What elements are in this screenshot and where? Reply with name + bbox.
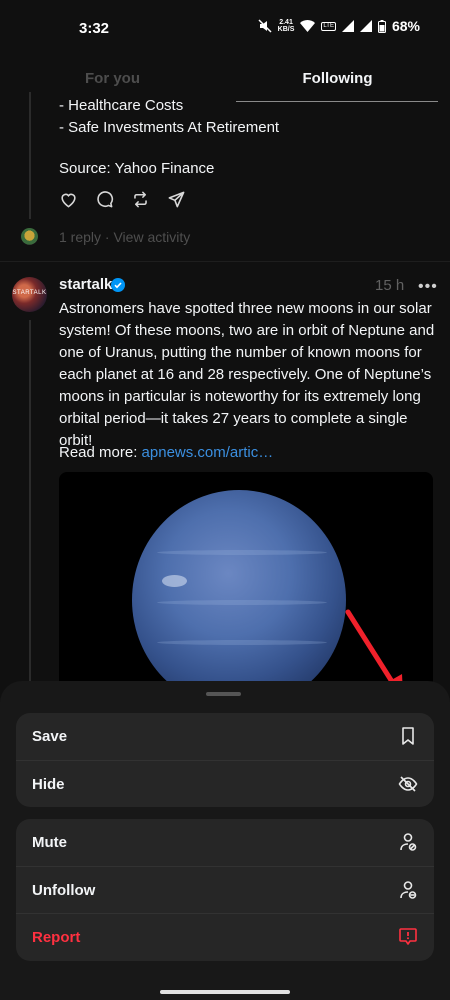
previous-post-source: Source: Yahoo Finance <box>59 160 215 177</box>
mute-button[interactable]: Mute <box>16 819 434 866</box>
tab-underline <box>236 101 438 102</box>
mute-user-icon <box>400 833 417 851</box>
save-button[interactable]: Save <box>16 713 434 760</box>
avatar[interactable]: STARTALK <box>12 277 47 312</box>
planet-spot <box>162 575 187 587</box>
post-divider <box>0 261 450 262</box>
menu-label: Save <box>32 728 68 745</box>
eye-off-icon <box>398 776 418 792</box>
reply-activity[interactable]: 1 reply · View activity <box>59 229 190 245</box>
reply-avatar <box>21 228 38 245</box>
status-time: 3:32 <box>79 20 110 37</box>
report-button[interactable]: Report <box>16 913 434 960</box>
hide-button[interactable]: Hide <box>16 760 434 807</box>
report-icon <box>399 928 417 945</box>
status-bar: 3:32 2.41 KB/S LTE 68% <box>0 0 450 56</box>
lte-badge: LTE <box>321 21 336 31</box>
read-more-label: Read more: <box>59 444 142 461</box>
unfollow-button[interactable]: Unfollow <box>16 866 434 913</box>
like-icon[interactable] <box>59 190 78 209</box>
planet-band <box>157 600 327 605</box>
planet-band <box>157 550 327 555</box>
neptune-image <box>132 490 346 710</box>
menu-group: Mute Unfollow Report <box>16 819 434 961</box>
sheet-handle[interactable] <box>206 692 241 696</box>
bookmark-icon <box>402 727 414 745</box>
share-icon[interactable] <box>167 190 186 209</box>
menu-label: Mute <box>32 834 67 851</box>
post-time: 15 h <box>375 277 405 294</box>
menu-label: Hide <box>32 776 65 793</box>
verified-badge-icon <box>111 278 125 292</box>
unfollow-user-icon <box>400 881 417 899</box>
wifi-icon <box>300 20 316 32</box>
read-more-link[interactable]: apnews.com/artic… <box>142 444 274 461</box>
tab-bar: For you Following <box>0 56 450 102</box>
post-actions <box>59 190 186 209</box>
menu-label: Report <box>32 929 81 946</box>
more-options-button[interactable]: ••• <box>418 278 438 296</box>
signal-icon-2 <box>359 20 372 32</box>
signal-icon <box>341 20 354 32</box>
menu-group: Save Hide <box>16 713 434 807</box>
planet-band <box>157 640 327 645</box>
comment-icon[interactable] <box>95 190 114 209</box>
gesture-nav-bar[interactable] <box>160 990 290 994</box>
username[interactable]: startalk <box>59 276 112 293</box>
menu-label: Unfollow <box>32 882 96 899</box>
read-more: Read more: apnews.com/artic… <box>59 442 273 464</box>
repost-icon[interactable] <box>131 190 150 209</box>
battery-percent: 68% <box>391 18 420 34</box>
tab-for-you[interactable]: For you <box>0 56 225 102</box>
battery-icon <box>377 19 386 33</box>
avatar-logo-text: STARTALK <box>12 290 47 296</box>
thread-line <box>29 92 31 219</box>
thread-line <box>29 320 31 712</box>
previous-post-line: - Safe Investments At Retirement <box>59 119 280 136</box>
mute-icon <box>258 19 272 33</box>
tab-following[interactable]: Following <box>225 56 450 102</box>
net-speed: 2.41 KB/S <box>277 19 295 33</box>
post-text: Astronomers have spotted three new moons… <box>59 300 435 449</box>
status-icons: 2.41 KB/S LTE 68% <box>258 18 420 34</box>
bottom-sheet: Save Hide Mute Unfollow Report <box>0 681 450 1000</box>
